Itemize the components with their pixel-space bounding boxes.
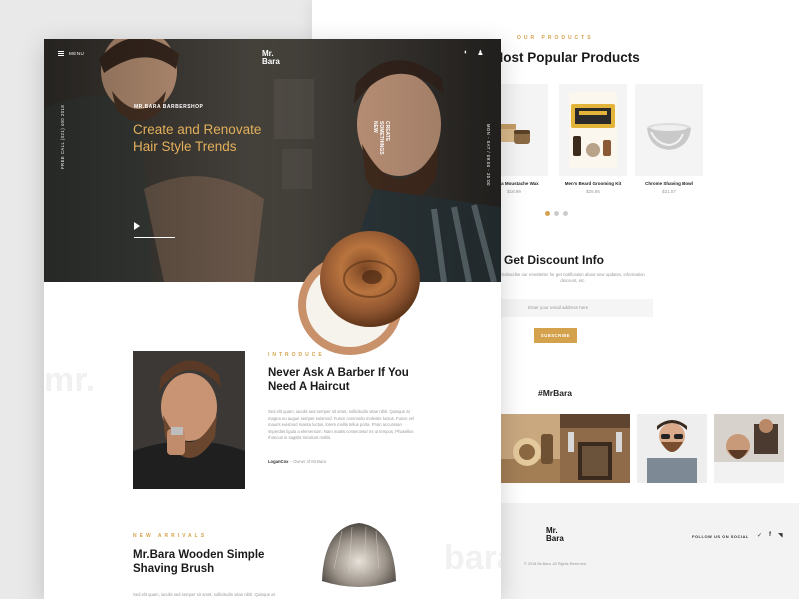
carousel-dot[interactable] bbox=[554, 211, 559, 216]
intro-signature: LoganCox – Owner of Mr.Bara bbox=[268, 459, 326, 464]
product-card[interactable]: Chrome Shaving Bowl $31.57 bbox=[635, 84, 703, 194]
product-price: $31.57 bbox=[662, 189, 676, 194]
discount-subtitle: Subscribe our newsletter for get notific… bbox=[501, 272, 645, 283]
product-image bbox=[635, 84, 703, 176]
products-title: Most Popular Products bbox=[492, 50, 640, 65]
arrivals-eyebrow: NEW ARRIVALS bbox=[133, 533, 208, 539]
follow-label: FOLLOW US ON SOCIAL bbox=[692, 534, 749, 539]
discount-title: Get Discount Info bbox=[504, 253, 604, 267]
menu-button[interactable]: MENU bbox=[58, 51, 84, 56]
intro-body: Sed elit quam, iaculis sed semper sit am… bbox=[268, 409, 414, 440]
footer-logo[interactable]: Mr. Bara bbox=[546, 527, 564, 543]
hero-vertical-tagline: CREATE SOMETHINGS NEW bbox=[372, 121, 390, 155]
product-name: Men's Beard Grooming Kit bbox=[564, 181, 622, 186]
watermark-mr: mr. bbox=[44, 361, 96, 399]
gallery-image[interactable] bbox=[714, 414, 784, 483]
header-icons: ◐ ♟ bbox=[464, 49, 484, 57]
shaving-brush-image bbox=[322, 523, 396, 587]
products-eyebrow: OUR PRODUCTS bbox=[517, 35, 594, 41]
gallery-image[interactable] bbox=[637, 414, 707, 483]
hero-photo bbox=[44, 39, 501, 282]
play-icon[interactable] bbox=[134, 222, 140, 230]
watermark-bara: bara bbox=[444, 539, 501, 577]
front-page: MENU Mr. Bara ◐ ♟ FREE CALL (021) 400 20… bbox=[44, 39, 501, 599]
subscribe-button[interactable]: SUBSCRIBE bbox=[534, 328, 577, 343]
twitter-icon[interactable]: ✓ bbox=[757, 532, 762, 539]
product-card[interactable]: Men's Beard Grooming Kit $25.95 bbox=[559, 84, 627, 194]
carousel-dots[interactable] bbox=[545, 211, 568, 216]
barber-portrait-image bbox=[133, 351, 245, 489]
hero-eyebrow: MR.BARA BARBERSHOP bbox=[134, 104, 204, 110]
product-price: $25.95 bbox=[586, 189, 600, 194]
footer: Mr. Bara © 2018 Mr.Bara. All Rights Rese… bbox=[501, 503, 799, 599]
rss-icon[interactable]: ◥ bbox=[778, 532, 783, 539]
product-name: Chrome Shaving Bowl bbox=[645, 181, 693, 186]
gallery-hashtag: #MrBara bbox=[538, 388, 573, 398]
product-image bbox=[559, 84, 627, 176]
social-links: ✓ f ◥ bbox=[757, 532, 783, 539]
site-logo[interactable]: Mr. Bara bbox=[262, 50, 280, 66]
intro-eyebrow: INTRODUCE bbox=[268, 352, 325, 358]
gallery-image[interactable] bbox=[493, 414, 563, 483]
intro-title: Never Ask A Barber If You Need A Haircut bbox=[268, 367, 409, 393]
hamburger-icon bbox=[58, 51, 64, 56]
hours-vertical: MON - SAT / 09:00 - 20:00 bbox=[486, 124, 491, 186]
email-input[interactable]: Enter your email address here bbox=[498, 299, 653, 317]
hero-title: Create and Renovate Hair Style Trends bbox=[133, 122, 262, 154]
arrivals-body: Sed elit quam, iaculis sed semper sit am… bbox=[133, 592, 275, 597]
user-icon[interactable]: ♟ bbox=[477, 49, 483, 57]
wooden-bowl-image bbox=[298, 231, 420, 355]
video-progress-line bbox=[134, 237, 175, 238]
carousel-dot[interactable] bbox=[563, 211, 568, 216]
arrivals-title: Mr.Bara Wooden Simple Shaving Brush bbox=[133, 549, 265, 575]
gallery-image[interactable] bbox=[560, 414, 630, 483]
carousel-dot[interactable] bbox=[545, 211, 550, 216]
phone-vertical: FREE CALL (021) 400 2018 bbox=[60, 104, 65, 169]
copyright: © 2018 Mr.Bara. All Rights Reserved bbox=[524, 562, 586, 566]
cart-icon[interactable]: ◐ bbox=[464, 49, 468, 57]
facebook-icon[interactable]: f bbox=[769, 532, 771, 539]
hero: MENU Mr. Bara ◐ ♟ FREE CALL (021) 400 20… bbox=[44, 39, 501, 282]
